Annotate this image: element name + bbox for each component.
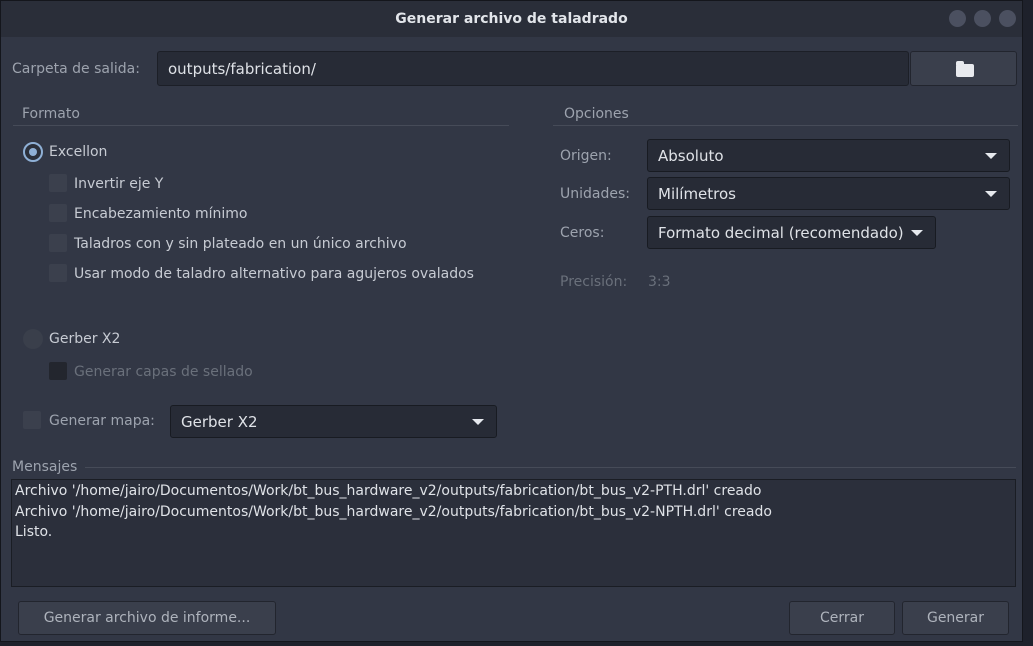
- excellon-label: Excellon: [49, 144, 108, 160]
- generate-report-label: Generar archivo de informe...: [43, 610, 251, 626]
- precision-label: Precisión:: [560, 274, 628, 290]
- options-separator: [553, 125, 1018, 126]
- excellon-radio[interactable]: [23, 142, 43, 162]
- zeros-select[interactable]: Formato decimal (recomendado): [647, 216, 936, 249]
- chevron-down-icon: [911, 229, 923, 236]
- origin-label: Origen:: [560, 148, 612, 164]
- output-folder-label: Carpeta de salida:: [12, 61, 140, 77]
- minimal-header-label: Encabezamiento mínimo: [74, 206, 248, 222]
- precision-value: 3:3: [648, 274, 671, 290]
- zeros-value: Formato decimal (recomendado): [658, 223, 904, 242]
- message-line: Archivo '/home/jairo/Documentos/Work/bt_…: [15, 503, 772, 520]
- gerber-x2-label: Gerber X2: [49, 331, 121, 347]
- close-label: Cerrar: [820, 610, 864, 626]
- units-select[interactable]: Milímetros: [647, 177, 1010, 210]
- units-label: Unidades:: [560, 186, 630, 202]
- alt-oval-drill-label: Usar modo de taladro alternativo para ag…: [74, 266, 474, 282]
- messages-separator: [85, 467, 1016, 468]
- message-line: Listo.: [15, 524, 53, 540]
- map-format-value: Gerber X2: [181, 412, 258, 431]
- options-section-label: Opciones: [564, 106, 629, 122]
- title-bar: Generar archivo de taladrado: [1, 1, 1022, 37]
- generate-map-label: Generar mapa:: [49, 413, 155, 429]
- format-section-label: Formato: [22, 106, 80, 122]
- generate-report-button[interactable]: Generar archivo de informe...: [18, 601, 276, 635]
- output-folder-value: outputs/fabrication/: [168, 59, 316, 78]
- chevron-down-icon: [985, 152, 997, 159]
- generate-button[interactable]: Generar: [902, 601, 1009, 635]
- chevron-down-icon: [472, 418, 484, 425]
- alt-oval-drill-checkbox[interactable]: [49, 264, 67, 282]
- browse-folder-button[interactable]: [910, 51, 1017, 86]
- output-folder-input[interactable]: outputs/fabrication/: [157, 51, 909, 86]
- origin-value: Absoluto: [658, 146, 724, 165]
- generate-seal-layers-label: Generar capas de sellado: [74, 364, 253, 380]
- message-line: Archivo '/home/jairo/Documentos/Work/bt_…: [15, 483, 762, 499]
- generate-map-checkbox[interactable]: [23, 411, 41, 429]
- messages-label: Mensajes: [12, 459, 78, 475]
- gerber-x2-radio[interactable]: [23, 329, 43, 349]
- origin-select[interactable]: Absoluto: [647, 139, 1010, 172]
- invert-y-label: Invertir eje Y: [74, 176, 164, 192]
- generate-seal-layers-checkbox: [49, 362, 67, 380]
- window-title: Generar archivo de taladrado: [395, 11, 628, 27]
- minimize-button[interactable]: [949, 10, 966, 27]
- folder-icon: [956, 61, 974, 77]
- messages-log[interactable]: Archivo '/home/jairo/Documentos/Work/bt_…: [11, 479, 1016, 587]
- maximize-button[interactable]: [974, 10, 991, 27]
- close-button[interactable]: Cerrar: [789, 601, 895, 635]
- units-value: Milímetros: [658, 184, 736, 203]
- minimal-header-checkbox[interactable]: [49, 204, 67, 222]
- drill-file-dialog: Generar archivo de taladrado Carpeta de …: [0, 0, 1023, 642]
- format-separator: [13, 125, 509, 126]
- generate-label: Generar: [926, 610, 985, 626]
- zeros-label: Ceros:: [560, 225, 605, 241]
- merge-pth-npth-label: Taladros con y sin plateado en un único …: [74, 236, 407, 252]
- merge-pth-npth-checkbox[interactable]: [49, 234, 67, 252]
- chevron-down-icon: [985, 190, 997, 197]
- map-format-select[interactable]: Gerber X2: [170, 405, 497, 438]
- close-window-button[interactable]: [999, 10, 1016, 27]
- invert-y-checkbox[interactable]: [49, 174, 67, 192]
